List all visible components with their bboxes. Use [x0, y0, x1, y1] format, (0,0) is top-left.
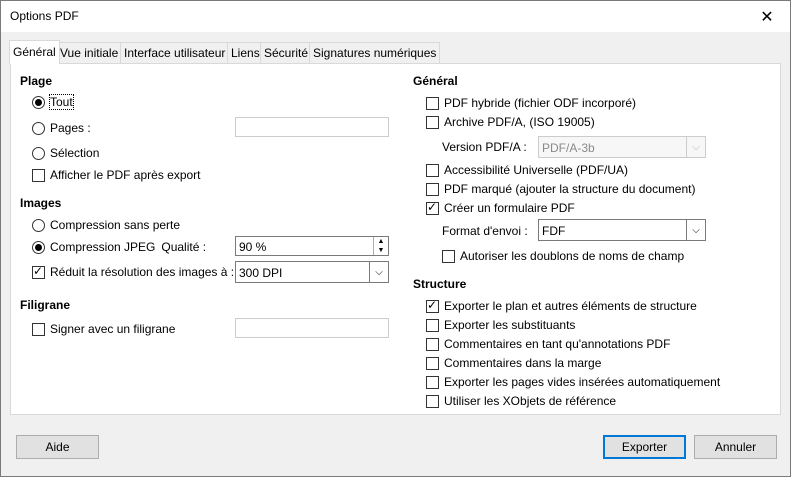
- radio-label: Tout: [49, 94, 74, 110]
- structure-heading: Structure: [413, 277, 467, 291]
- radio-selection[interactable]: Sélection: [32, 146, 99, 160]
- checkbox-icon: [426, 96, 439, 110]
- general-heading: Général: [413, 74, 458, 88]
- radio-label: Sélection: [50, 146, 100, 160]
- pdf-options-dialog: Options PDF ✕ Général Vue initiale Inter…: [0, 0, 791, 477]
- format-envoi-value: FDF: [542, 224, 566, 238]
- radio-label: Pages :: [50, 121, 91, 135]
- checkbox-icon: [32, 264, 45, 279]
- format-envoi-select[interactable]: FDF ⌵: [538, 219, 706, 241]
- tab-general[interactable]: Général: [9, 40, 60, 64]
- tab-liens[interactable]: Liens: [227, 42, 264, 63]
- checkbox-pdf-hybride[interactable]: PDF hybride (fichier ODF incorporé): [426, 96, 636, 110]
- checkbox-autoriser-doublons[interactable]: Autoriser les doublons de noms de champ: [442, 249, 684, 263]
- spin-down-icon[interactable]: ▼: [374, 246, 388, 255]
- close-icon[interactable]: ✕: [744, 1, 790, 32]
- checkbox-icon: [426, 394, 439, 408]
- radio-icon: [32, 121, 45, 135]
- checkbox-label: Afficher le PDF après export: [50, 168, 201, 182]
- checkbox-xobjets-reference[interactable]: Utiliser les XObjets de référence: [426, 394, 616, 408]
- radio-compression-sans-perte[interactable]: Compression sans perte: [32, 218, 180, 232]
- checkbox-label: Créer un formulaire PDF: [444, 201, 575, 215]
- checkbox-exporter-substituants[interactable]: Exporter les substituants: [426, 318, 575, 332]
- qualite-spinbox[interactable]: 90 % ▲ ▼: [235, 236, 389, 256]
- general-tab-panel: Plage Tout Pages : Sélection Afficher le…: [10, 63, 781, 415]
- format-envoi-label: Format d'envoi :: [442, 224, 528, 238]
- checkbox-icon: [32, 322, 45, 336]
- radio-icon: [32, 240, 45, 254]
- radio-label: Compression JPEG: [50, 240, 156, 254]
- checkbox-icon: [32, 168, 45, 182]
- spin-buttons[interactable]: ▲ ▼: [373, 237, 388, 255]
- checkbox-label: Signer avec un filigrane: [50, 322, 176, 336]
- tab-signatures-numeriques[interactable]: Signatures numériques: [309, 42, 441, 63]
- checkbox-creer-formulaire[interactable]: Créer un formulaire PDF: [426, 200, 575, 215]
- checkbox-icon: [442, 249, 455, 263]
- checkbox-afficher-pdf[interactable]: Afficher le PDF après export: [32, 168, 201, 182]
- checkbox-pages-vides[interactable]: Exporter les pages vides insérées automa…: [426, 375, 720, 389]
- radio-pages[interactable]: Pages :: [32, 121, 91, 135]
- exporter-button[interactable]: Exporter: [603, 435, 686, 459]
- checkbox-label: Utiliser les XObjets de référence: [444, 394, 617, 408]
- checkbox-pdf-marque[interactable]: PDF marqué (ajouter la structure du docu…: [426, 182, 695, 196]
- checkbox-label: Exporter le plan et autres éléments de s…: [444, 299, 697, 313]
- checkbox-signer-filigrane[interactable]: Signer avec un filigrane: [32, 322, 175, 336]
- checkbox-label: Exporter les substituants: [444, 318, 576, 332]
- checkbox-archive-pdfa[interactable]: Archive PDF/A, (ISO 19005): [426, 115, 595, 129]
- checkbox-icon: [426, 298, 439, 313]
- radio-icon: [32, 146, 45, 160]
- checkbox-exporter-plan[interactable]: Exporter le plan et autres éléments de s…: [426, 298, 697, 313]
- chevron-down-icon: ⌵: [686, 137, 705, 157]
- checkbox-label: Exporter les pages vides insérées automa…: [444, 375, 721, 389]
- tab-securite[interactable]: Sécurité: [260, 42, 313, 63]
- aide-button[interactable]: Aide: [16, 435, 99, 459]
- checkbox-label: Archive PDF/A, (ISO 19005): [444, 115, 595, 129]
- checkbox-label: PDF marqué (ajouter la structure du docu…: [444, 182, 696, 196]
- tab-vue-initiale[interactable]: Vue initiale: [56, 42, 123, 63]
- version-pdfa-select[interactable]: PDF/A-3b ⌵: [538, 136, 706, 158]
- radio-icon: [32, 218, 45, 232]
- checkbox-icon: [426, 115, 439, 129]
- qualite-label: Qualité :: [161, 240, 207, 254]
- chevron-down-icon: ⌵: [369, 262, 388, 282]
- version-pdfa-value: PDF/A-3b: [542, 141, 595, 155]
- title-bar: Options PDF ✕: [1, 1, 790, 32]
- radio-tout[interactable]: Tout: [32, 94, 74, 110]
- chevron-down-icon: ⌵: [686, 220, 705, 240]
- qualite-value: 90 %: [239, 240, 267, 254]
- pages-input[interactable]: [235, 117, 389, 137]
- images-heading: Images: [20, 196, 62, 210]
- checkbox-icon: [426, 200, 439, 215]
- checkbox-accessibilite[interactable]: Accessibilité Universelle (PDF/UA): [426, 163, 628, 177]
- checkbox-label: Autoriser les doublons de noms de champ: [460, 249, 685, 263]
- radio-compression-jpeg[interactable]: Compression JPEG Qualité :: [32, 240, 206, 254]
- checkbox-label: Accessibilité Universelle (PDF/UA): [444, 163, 629, 177]
- resolution-value: 300 DPI: [239, 266, 283, 280]
- tab-interface-utilisateur[interactable]: Interface utilisateur: [120, 42, 230, 63]
- version-pdfa-label: Version PDF/A :: [442, 140, 527, 154]
- checkbox-icon: [426, 318, 439, 332]
- checkbox-icon: [426, 337, 439, 351]
- checkbox-icon: [426, 375, 439, 389]
- window-title: Options PDF: [10, 9, 79, 23]
- plage-heading: Plage: [20, 74, 53, 88]
- checkbox-icon: [426, 356, 439, 370]
- checkbox-label: Commentaires en tant qu'annotations PDF: [444, 337, 671, 351]
- checkbox-reduit-resolution[interactable]: Réduit la résolution des images à :: [32, 264, 235, 279]
- checkbox-label: PDF hybride (fichier ODF incorporé): [444, 96, 637, 110]
- filigrane-heading: Filigrane: [20, 298, 71, 312]
- checkbox-label: Réduit la résolution des images à :: [50, 265, 235, 279]
- checkbox-icon: [426, 182, 439, 196]
- spin-up-icon[interactable]: ▲: [374, 237, 388, 246]
- radio-label: Compression sans perte: [50, 218, 181, 232]
- radio-icon: [32, 95, 45, 109]
- checkbox-label: Commentaires dans la marge: [444, 356, 602, 370]
- checkbox-icon: [426, 163, 439, 177]
- annuler-button[interactable]: Annuler: [694, 435, 777, 459]
- resolution-select[interactable]: 300 DPI ⌵: [235, 261, 389, 283]
- filigrane-input[interactable]: [235, 318, 389, 338]
- checkbox-commentaires-annotations[interactable]: Commentaires en tant qu'annotations PDF: [426, 337, 670, 351]
- checkbox-commentaires-marge[interactable]: Commentaires dans la marge: [426, 356, 601, 370]
